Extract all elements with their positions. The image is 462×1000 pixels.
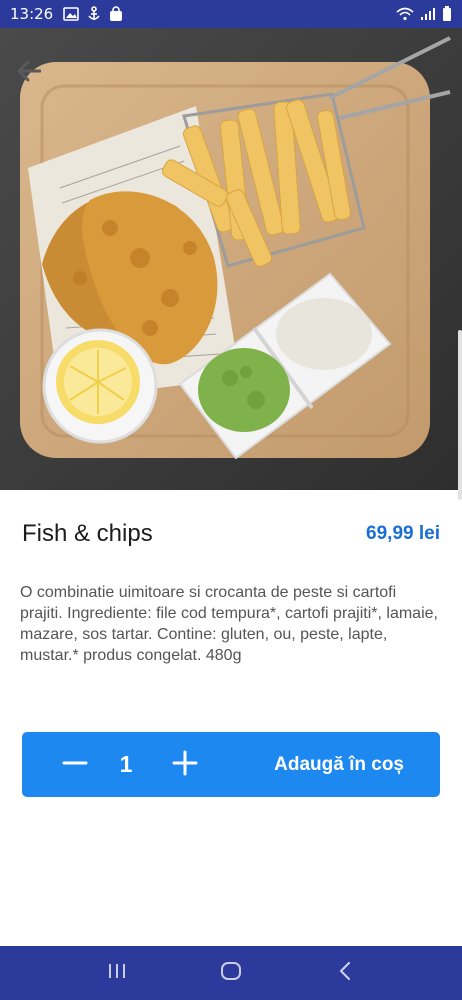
recent-apps-icon: [107, 962, 127, 985]
plus-icon: [172, 750, 198, 781]
product-name: Fish & chips: [22, 520, 153, 547]
status-notifications: [63, 6, 123, 22]
minus-icon: [62, 750, 88, 781]
signal-icon: [420, 7, 436, 21]
system-back-button[interactable]: [325, 953, 365, 993]
wifi-icon: [396, 7, 414, 21]
status-system-icons: [396, 6, 452, 22]
image-icon: [63, 7, 80, 21]
add-to-cart-button[interactable]: Adaugă în coș: [274, 732, 404, 797]
back-icon: [338, 961, 352, 986]
system-navigation-bar: [0, 946, 462, 1000]
add-to-cart-bar: 1 Adaugă în coș: [22, 732, 440, 797]
quantity-value: 1: [119, 751, 133, 777]
battery-icon: [442, 6, 452, 22]
increase-quantity-button[interactable]: [172, 750, 198, 781]
recent-apps-button[interactable]: [97, 953, 137, 993]
product-header: Fish & chips 69,99 lei: [22, 520, 440, 548]
product-image: [0, 28, 462, 490]
back-button[interactable]: [12, 56, 46, 90]
scroll-edge-indicator: [458, 330, 462, 500]
home-button[interactable]: [211, 953, 251, 993]
bag-icon: [109, 6, 123, 22]
fish-and-chips-illustration: [0, 28, 462, 490]
product-description: O combinatie uimitoare si crocanta de pe…: [20, 584, 438, 664]
status-bar: 13:26: [0, 0, 462, 28]
home-icon: [220, 961, 242, 986]
anchor-icon: [87, 6, 101, 22]
status-time: 13:26: [10, 5, 54, 23]
product-price: 69,99 lei: [366, 523, 440, 544]
decrease-quantity-button[interactable]: [62, 752, 88, 778]
back-arrow-icon: [17, 60, 42, 87]
